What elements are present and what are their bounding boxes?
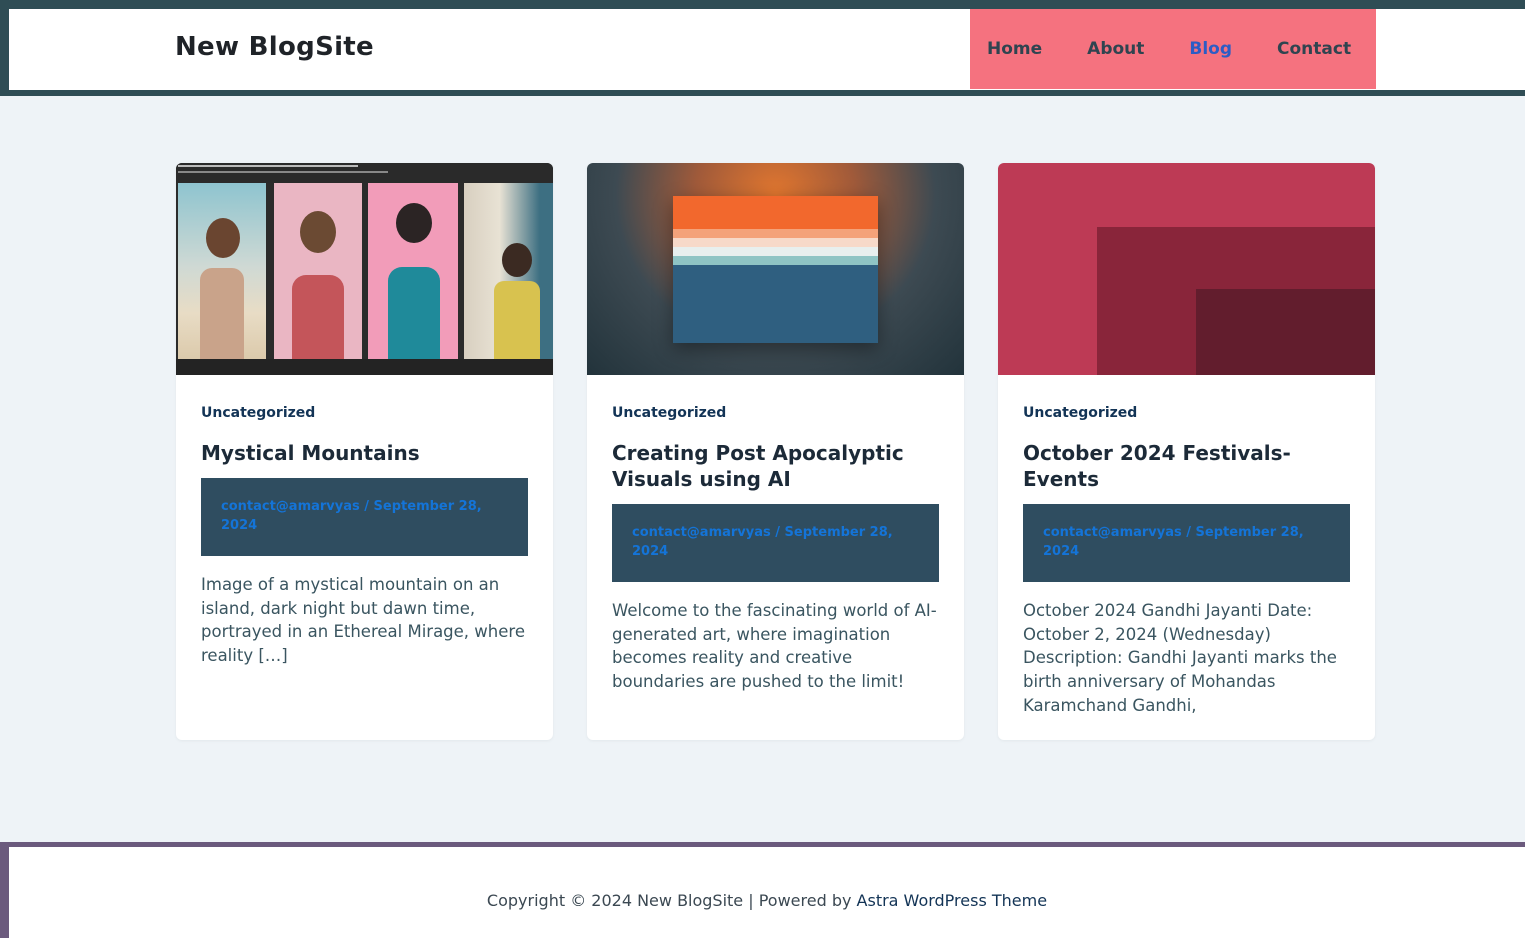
- post-card: Uncategorized Mystical Mountains contact…: [176, 163, 553, 740]
- post-meta-link[interactable]: contact@amarvyas / September 28, 2024: [221, 499, 482, 533]
- post-title[interactable]: Mystical Mountains: [201, 440, 528, 466]
- site-header: New BlogSite Home About Blog Contact: [0, 0, 1525, 96]
- site-footer: Copyright © 2024 New BlogSite | Powered …: [0, 842, 1525, 938]
- copyright-label: Copyright © 2024 New BlogSite | Powered …: [486, 891, 857, 910]
- post-thumbnail-nested-squares[interactable]: [998, 163, 1375, 375]
- post-card: Uncategorized October 2024 Festivals-Eve…: [998, 163, 1375, 740]
- post-meta-link[interactable]: contact@amarvyas / September 28, 2024: [632, 525, 893, 559]
- post-category[interactable]: Uncategorized: [1023, 405, 1350, 421]
- nav-about[interactable]: About: [1087, 39, 1144, 59]
- post-meta: contact@amarvyas / September 28, 2024: [201, 478, 528, 556]
- site-title[interactable]: New BlogSite: [175, 32, 374, 62]
- post-thumbnail-portrait-gallery[interactable]: [176, 163, 553, 375]
- nav-home[interactable]: Home: [987, 39, 1042, 59]
- nav-blog[interactable]: Blog: [1189, 39, 1232, 59]
- nav-contact[interactable]: Contact: [1277, 39, 1351, 59]
- post-title[interactable]: October 2024 Festivals-Events: [1023, 440, 1350, 492]
- post-excerpt: Image of a mystical mountain on an islan…: [201, 575, 525, 666]
- post-title[interactable]: Creating Post Apocalyptic Visuals using …: [612, 440, 939, 492]
- post-grid: Uncategorized Mystical Mountains contact…: [176, 163, 1376, 740]
- post-thumbnail-color-palette[interactable]: [587, 163, 964, 375]
- post-meta: contact@amarvyas / September 28, 2024: [1023, 504, 1350, 582]
- post-excerpt: October 2024 Gandhi Jayanti Date: Octobe…: [1023, 601, 1337, 715]
- post-meta: contact@amarvyas / September 28, 2024: [612, 504, 939, 582]
- post-category[interactable]: Uncategorized: [201, 405, 528, 421]
- copyright-text: Copyright © 2024 New BlogSite | Powered …: [9, 891, 1525, 910]
- post-excerpt: Welcome to the fascinating world of AI-g…: [612, 601, 937, 692]
- main-nav: Home About Blog Contact: [970, 9, 1376, 89]
- theme-link[interactable]: Astra WordPress Theme: [857, 891, 1048, 910]
- post-meta-link[interactable]: contact@amarvyas / September 28, 2024: [1043, 525, 1304, 559]
- post-card: Uncategorized Creating Post Apocalyptic …: [587, 163, 964, 740]
- post-category[interactable]: Uncategorized: [612, 405, 939, 421]
